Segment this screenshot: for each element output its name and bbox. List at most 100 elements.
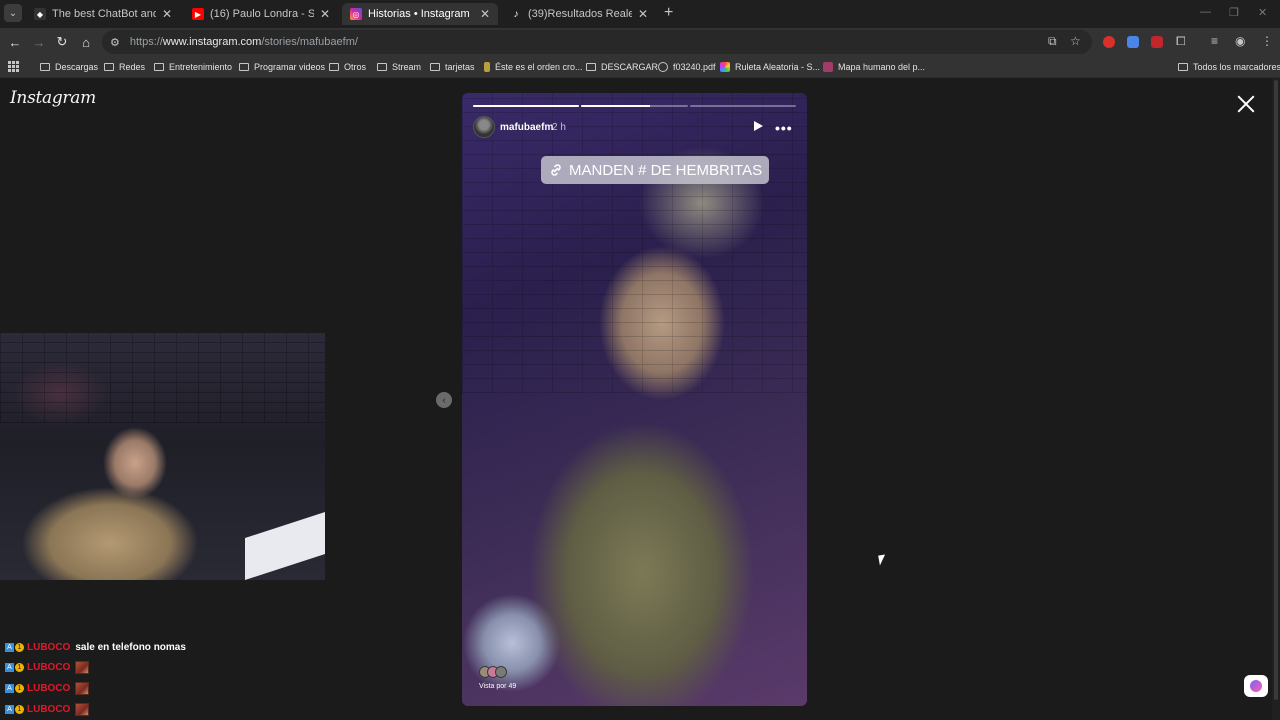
bookmark-tarjetas[interactable]: tarjetas [430, 60, 475, 74]
chat-badge-icon: 1 [15, 642, 24, 652]
back-arrow-icon[interactable]: ← [6, 33, 24, 51]
bookmark-star-icon[interactable]: ☆ [1070, 34, 1081, 48]
bookmark-orden-cronologico[interactable]: Éste es el orden cro... [484, 60, 583, 74]
apps-grid-icon[interactable] [8, 61, 19, 72]
instagram-favicon-icon: ◎ [350, 8, 362, 20]
chat-badge-icon: 1 [15, 704, 24, 714]
menu-kebab-icon[interactable]: ⋮ [1261, 34, 1273, 48]
all-bookmarks[interactable]: Todos los marcadores [1178, 60, 1280, 74]
play-icon[interactable] [754, 121, 763, 131]
folder-icon [586, 63, 596, 71]
tab-tiktok[interactable]: ♪ (39)Resultados Reales en Entren ✕ [502, 3, 656, 25]
tab-title: The best ChatBot and Widgets f [52, 8, 156, 20]
folder-icon [377, 63, 387, 71]
viewer-avatars[interactable] [479, 666, 507, 678]
progress-segment [689, 105, 796, 107]
reading-list-icon[interactable]: ≡ [1211, 34, 1218, 48]
bookmark-figure-icon [484, 62, 490, 72]
bookmark-pdf[interactable]: f03240.pdf [658, 60, 716, 74]
extensions-puzzle-icon[interactable]: ⧠ [1176, 34, 1186, 49]
bookmark-descargar[interactable]: DESCARGAR [586, 60, 658, 74]
chat-message: A1 LUBOCO [5, 660, 90, 674]
mapa-icon [823, 62, 833, 72]
instagram-stories-page: Instagram ‹ mafubaefm 2 h ••• MANDEN # D… [0, 78, 1280, 720]
mouse-cursor-icon [878, 554, 887, 566]
story-timestamp: 2 h [552, 122, 566, 133]
chat-message: A1 LUBOCO [5, 681, 90, 695]
chat-message: A1 LUBOCO sale en telefono nomas [5, 640, 186, 654]
chatbot-favicon-icon: ◆ [34, 8, 46, 20]
instagram-logo[interactable]: Instagram [10, 88, 96, 108]
bookmark-ruleta[interactable]: Ruleta Aleatoria - S... [720, 60, 820, 74]
link-icon [551, 164, 561, 176]
tab-instagram[interactable]: ◎ Historias • Instagram ✕ [342, 3, 498, 25]
site-info-icon[interactable]: ⚙ [110, 36, 120, 49]
bookmark-redes[interactable]: Redes [104, 60, 145, 74]
folder-icon [239, 63, 249, 71]
chat-username: LUBOCO [27, 682, 71, 694]
story-username[interactable]: mafubaefm [500, 122, 553, 133]
tab-search-chevron-icon[interactable]: ⌄ [4, 4, 22, 22]
chat-message: A1 LUBOCO [5, 702, 90, 716]
chat-badge-icon: A [5, 642, 14, 652]
webcam-overlay [0, 333, 325, 580]
progress-segment [473, 105, 580, 107]
floating-extension-icon[interactable] [1244, 675, 1268, 697]
bookmarks-bar: Descargas Redes Entretenimiento Programa… [0, 56, 1280, 78]
chat-text: sale en telefono nomas [75, 641, 186, 653]
url-text: https://www.instagram.com/stories/mafuba… [129, 36, 358, 48]
tab-title: (16) Paulo Londra - SIN CADENA [210, 8, 314, 20]
minimize-icon[interactable]: — [1200, 6, 1211, 18]
tab-title: (39)Resultados Reales en Entren [528, 8, 632, 20]
chat-emote-icon [75, 702, 90, 716]
close-tab-icon[interactable]: ✕ [480, 7, 490, 21]
globe-icon [658, 62, 668, 72]
story-background [462, 93, 807, 393]
install-app-icon[interactable]: ⧉ [1048, 34, 1057, 49]
browser-toolbar: ← → ↻ ⌂ ⚙ https://www.instagram.com/stor… [0, 28, 1280, 56]
folder-icon [40, 63, 50, 71]
folder-icon [329, 63, 339, 71]
folder-icon [154, 63, 164, 71]
home-icon[interactable]: ⌂ [77, 33, 95, 51]
extension-red-icon[interactable] [1103, 36, 1115, 48]
link-sticker[interactable]: MANDEN # DE HEMBRITAS [541, 156, 770, 184]
forward-arrow-icon[interactable]: → [30, 33, 48, 51]
address-bar[interactable]: ⚙ https://www.instagram.com/stories/mafu… [102, 30, 1092, 54]
chat-username: LUBOCO [27, 641, 71, 653]
close-tab-icon[interactable]: ✕ [638, 7, 648, 21]
new-tab-plus-icon[interactable]: + [664, 4, 673, 22]
story-viewer[interactable]: mafubaefm 2 h ••• MANDEN # DE HEMBRITAS … [462, 93, 807, 706]
ruleta-icon [720, 62, 730, 72]
chat-emote-icon [75, 660, 90, 674]
translate-extension-icon[interactable] [1127, 36, 1139, 48]
link-sticker-text: MANDEN # DE HEMBRITAS [569, 161, 763, 179]
window-close-icon[interactable]: ✕ [1258, 6, 1267, 19]
bookmark-programar-videos[interactable]: Programar videos [239, 60, 325, 74]
close-tab-icon[interactable]: ✕ [320, 7, 330, 21]
profile-avatar-icon[interactable]: ◉ [1235, 34, 1245, 48]
chat-badge-icon: A [5, 683, 14, 693]
chat-username: LUBOCO [27, 703, 71, 715]
bookmark-entretenimiento[interactable]: Entretenimiento [154, 60, 232, 74]
extension-mx-icon[interactable] [1151, 36, 1163, 48]
folder-icon [104, 63, 114, 71]
reload-icon[interactable]: ↻ [53, 33, 71, 51]
progress-fill [473, 105, 580, 107]
close-tab-icon[interactable]: ✕ [162, 7, 172, 21]
viewed-by-count[interactable]: Vista por 49 [479, 683, 516, 690]
scrollbar-thumb[interactable] [1274, 80, 1278, 700]
bookmark-descargas[interactable]: Descargas [40, 60, 98, 74]
more-options-icon[interactable]: ••• [775, 120, 793, 136]
bookmark-mapa-humano[interactable]: Mapa humano del p... [823, 60, 925, 74]
bookmark-stream[interactable]: Stream [377, 60, 421, 74]
youtube-favicon-icon: ▶ [192, 8, 204, 20]
tab-youtube[interactable]: ▶ (16) Paulo Londra - SIN CADENA ✕ [184, 3, 338, 25]
chat-badge-icon: A [5, 662, 14, 672]
bookmark-otros[interactable]: Otros [329, 60, 366, 74]
maximize-icon[interactable]: ❐ [1229, 6, 1239, 19]
close-stories-icon[interactable] [1234, 92, 1258, 116]
story-user-avatar[interactable] [473, 116, 495, 138]
tab-chatbot[interactable]: ◆ The best ChatBot and Widgets f ✕ [26, 3, 180, 25]
previous-story-chevron-icon[interactable]: ‹ [436, 392, 452, 408]
